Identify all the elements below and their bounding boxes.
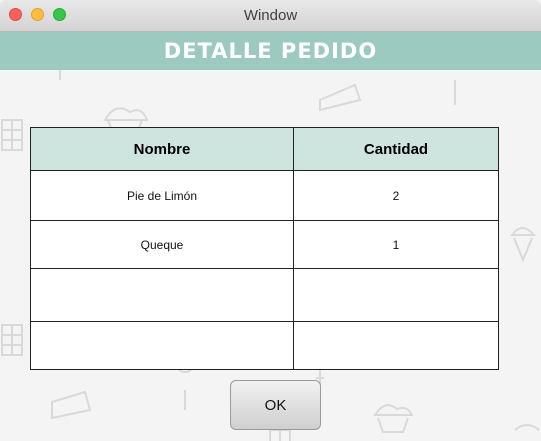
cell-cantidad[interactable] [294, 322, 498, 369]
column-header-nombre[interactable]: Nombre [31, 128, 294, 170]
table-row[interactable] [31, 321, 498, 369]
app-window: Window DETALLE PEDIDO Nombre Cantidad Pi… [0, 0, 541, 441]
table-row[interactable]: Queque 1 [31, 220, 498, 268]
table-row[interactable]: Pie de Limón 2 [31, 170, 498, 220]
chocolate-bar-icon [1, 119, 23, 151]
order-detail-table: Nombre Cantidad Pie de Limón 2 Queque 1 [30, 127, 499, 370]
title-bar[interactable]: Window [0, 0, 541, 32]
cell-nombre[interactable] [31, 269, 294, 321]
cell-cantidad[interactable]: 1 [294, 221, 498, 268]
window-title: Window [243, 7, 298, 24]
ice-cream-icon [510, 227, 537, 263]
cell-nombre[interactable] [31, 322, 294, 369]
cake-slice-icon [319, 83, 362, 112]
cell-nombre[interactable]: Queque [31, 221, 294, 268]
column-header-cantidad[interactable]: Cantidad [294, 128, 498, 170]
cake-slice-icon-2 [51, 390, 92, 420]
cell-cantidad[interactable]: 2 [294, 171, 498, 220]
chocolate-bar-icon-2 [1, 324, 23, 356]
page-title: DETALLE PEDIDO [0, 32, 541, 70]
cupcake-icon-2 [373, 404, 414, 433]
ok-button[interactable]: OK [230, 380, 321, 430]
cell-nombre[interactable]: Pie de Limón [31, 171, 294, 220]
chocolate-bar-icon-3 [269, 429, 291, 441]
cell-cantidad[interactable] [294, 269, 498, 321]
table-row[interactable] [31, 268, 498, 321]
table-header-row: Nombre Cantidad [31, 128, 498, 170]
cake-icon [514, 424, 540, 431]
